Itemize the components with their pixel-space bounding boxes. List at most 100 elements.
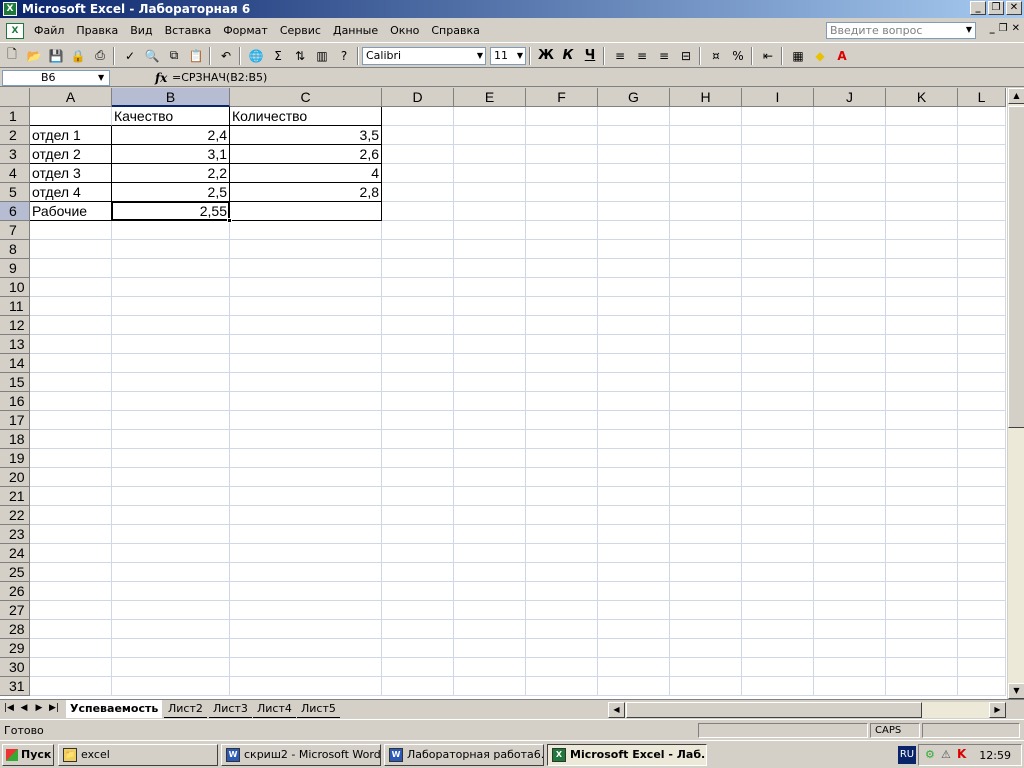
cell-b8[interactable] — [112, 240, 230, 259]
cell-e14[interactable] — [454, 354, 526, 373]
cell-l3[interactable] — [958, 145, 1006, 164]
cell-h16[interactable] — [670, 392, 742, 411]
cell-k17[interactable] — [886, 411, 958, 430]
cell-d18[interactable] — [382, 430, 454, 449]
cell-k22[interactable] — [886, 506, 958, 525]
cell-h31[interactable] — [670, 677, 742, 696]
cell-g19[interactable] — [598, 449, 670, 468]
cell-b12[interactable] — [112, 316, 230, 335]
borders-icon[interactable]: ▦ — [788, 46, 808, 66]
cell-h9[interactable] — [670, 259, 742, 278]
function-icon[interactable]: fx — [155, 71, 167, 85]
column-header-a[interactable]: A — [30, 88, 112, 107]
cell-j11[interactable] — [814, 297, 886, 316]
cell-i9[interactable] — [742, 259, 814, 278]
cell-d22[interactable] — [382, 506, 454, 525]
cell-h30[interactable] — [670, 658, 742, 677]
cell-f31[interactable] — [526, 677, 598, 696]
cell-l25[interactable] — [958, 563, 1006, 582]
cell-j27[interactable] — [814, 601, 886, 620]
cell-h14[interactable] — [670, 354, 742, 373]
cell-i13[interactable] — [742, 335, 814, 354]
cell-l29[interactable] — [958, 639, 1006, 658]
row-header-2[interactable]: 2 — [0, 126, 30, 145]
row-header-4[interactable]: 4 — [0, 164, 30, 183]
cell-d2[interactable] — [382, 126, 454, 145]
row-header-13[interactable]: 13 — [0, 335, 30, 354]
cell-f17[interactable] — [526, 411, 598, 430]
cell-a29[interactable] — [30, 639, 112, 658]
cell-c6[interactable] — [230, 202, 382, 221]
row-header-23[interactable]: 23 — [0, 525, 30, 544]
new-document-icon[interactable]: 🗋 — [2, 46, 22, 66]
cell-i11[interactable] — [742, 297, 814, 316]
cell-k18[interactable] — [886, 430, 958, 449]
cell-b14[interactable] — [112, 354, 230, 373]
cell-i21[interactable] — [742, 487, 814, 506]
row-header-20[interactable]: 20 — [0, 468, 30, 487]
cell-l8[interactable] — [958, 240, 1006, 259]
cell-d3[interactable] — [382, 145, 454, 164]
cell-i19[interactable] — [742, 449, 814, 468]
fill-handle[interactable] — [227, 218, 232, 223]
fill-color-icon[interactable]: ◆ — [810, 46, 830, 66]
scroll-up-icon[interactable]: ▲ — [1008, 88, 1024, 104]
cell-f8[interactable] — [526, 240, 598, 259]
row-header-26[interactable]: 26 — [0, 582, 30, 601]
cell-i10[interactable] — [742, 278, 814, 297]
cell-c3[interactable]: 2,6 — [230, 145, 382, 164]
last-sheet-icon[interactable]: ▶| — [48, 703, 60, 713]
cell-h17[interactable] — [670, 411, 742, 430]
cell-c17[interactable] — [230, 411, 382, 430]
cell-c25[interactable] — [230, 563, 382, 582]
horizontal-scrollbar[interactable]: ◀ ▶ — [608, 702, 1006, 718]
cell-k15[interactable] — [886, 373, 958, 392]
cell-a2[interactable]: отдел 1 — [30, 126, 112, 145]
cell-h7[interactable] — [670, 221, 742, 240]
menu-item-8[interactable]: Справка — [425, 24, 485, 37]
cell-i7[interactable] — [742, 221, 814, 240]
cell-k16[interactable] — [886, 392, 958, 411]
formula-input[interactable]: =СРЗНАЧ(B2:B5) — [172, 71, 267, 84]
cell-h10[interactable] — [670, 278, 742, 297]
cell-f7[interactable] — [526, 221, 598, 240]
row-header-10[interactable]: 10 — [0, 278, 30, 297]
vertical-scrollbar[interactable]: ▲ ▼ — [1007, 88, 1024, 699]
cell-i30[interactable] — [742, 658, 814, 677]
cell-i26[interactable] — [742, 582, 814, 601]
font-color-icon[interactable]: A — [832, 46, 852, 66]
sheet-tab-0[interactable]: Успеваемость — [66, 700, 163, 718]
cell-f16[interactable] — [526, 392, 598, 411]
close-button[interactable]: ✕ — [1006, 1, 1022, 15]
cell-b30[interactable] — [112, 658, 230, 677]
cell-e9[interactable] — [454, 259, 526, 278]
percent-button[interactable]: % — [728, 46, 748, 66]
cell-d21[interactable] — [382, 487, 454, 506]
cell-d1[interactable] — [382, 107, 454, 126]
doc-restore-icon[interactable]: ❐ — [999, 23, 1008, 34]
spreadsheet-grid[interactable]: A B C D E F G H I J K L 1 Качество Количество 2 отдел 12… — [0, 88, 1007, 699]
cell-c29[interactable] — [230, 639, 382, 658]
cell-k10[interactable] — [886, 278, 958, 297]
cell-e26[interactable] — [454, 582, 526, 601]
cell-i8[interactable] — [742, 240, 814, 259]
cell-c14[interactable] — [230, 354, 382, 373]
cell-h4[interactable] — [670, 164, 742, 183]
cell-f12[interactable] — [526, 316, 598, 335]
cell-b10[interactable] — [112, 278, 230, 297]
cell-c16[interactable] — [230, 392, 382, 411]
menu-item-7[interactable]: Окно — [384, 24, 425, 37]
cell-h29[interactable] — [670, 639, 742, 658]
scroll-down-icon[interactable]: ▼ — [1008, 683, 1024, 699]
language-indicator[interactable]: RU — [898, 746, 916, 764]
cell-j21[interactable] — [814, 487, 886, 506]
row-header-5[interactable]: 5 — [0, 183, 30, 202]
cell-l6[interactable] — [958, 202, 1006, 221]
row-header-7[interactable]: 7 — [0, 221, 30, 240]
cell-g2[interactable] — [598, 126, 670, 145]
cell-i31[interactable] — [742, 677, 814, 696]
cell-d12[interactable] — [382, 316, 454, 335]
print-icon[interactable]: ⎙ — [90, 46, 110, 66]
cell-b21[interactable] — [112, 487, 230, 506]
cell-j19[interactable] — [814, 449, 886, 468]
